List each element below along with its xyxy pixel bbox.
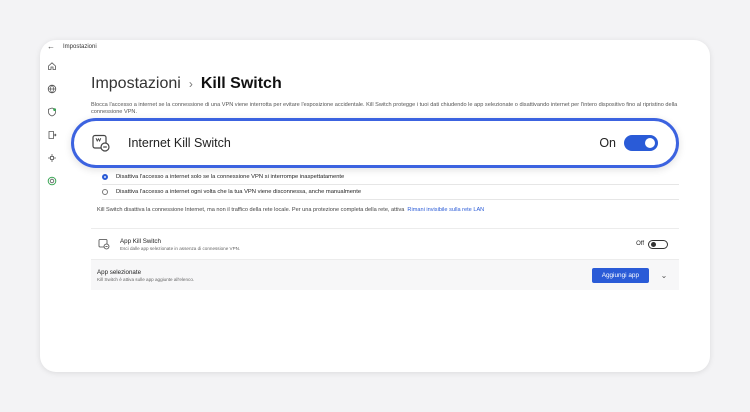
- sidebar-shield-icon[interactable]: [40, 104, 64, 120]
- option-label: Disattiva l'accesso a internet ogni volt…: [116, 189, 362, 195]
- lan-note: Kill Switch disattiva la connessione Int…: [91, 200, 679, 220]
- radio-unselected-icon[interactable]: [102, 189, 108, 195]
- selected-apps-row[interactable]: App selezionate Kill Switch è attiva sul…: [91, 259, 679, 290]
- option-label: Disattiva l'accesso a internet solo se l…: [116, 174, 345, 180]
- sidebar-split-tunnel-icon[interactable]: [40, 127, 64, 143]
- selected-apps-title: App selezionate: [97, 268, 142, 276]
- note-text: Kill Switch disattiva la connessione Int…: [97, 207, 405, 213]
- window-title: Impostazioni: [63, 44, 97, 50]
- sidebar-target-icon[interactable]: [40, 173, 64, 189]
- app-kill-switch-row: App Kill Switch Esci dalle app seleziona…: [91, 228, 679, 259]
- selected-apps-subtitle: Kill Switch è attiva sulle app aggiunte …: [97, 276, 195, 282]
- main-content: Impostazioni › Kill Switch Blocca l'acce…: [91, 74, 703, 116]
- page-description: Blocca l'accesso a internet se la connes…: [91, 102, 678, 116]
- back-arrow-icon[interactable]: ←: [47, 43, 55, 51]
- toggle-knob: [651, 241, 656, 247]
- kill-switch-label: Internet Kill Switch: [128, 136, 231, 150]
- kill-switch-state: On: [599, 136, 616, 150]
- sidebar: [40, 58, 64, 196]
- app-kill-switch-subtitle: Esci dalle app selezionate in assenza di…: [120, 245, 241, 251]
- kill-switch-settings-group: Disattiva l'accesso a internet solo se l…: [91, 170, 679, 355]
- sidebar-network-icon[interactable]: [40, 150, 64, 166]
- sidebar-home-icon[interactable]: [40, 58, 64, 74]
- sidebar-globe-icon[interactable]: [40, 81, 64, 97]
- breadcrumb-parent[interactable]: Impostazioni: [91, 75, 181, 93]
- option-any-disconnect[interactable]: Disattiva l'accesso a internet ogni volt…: [91, 185, 679, 199]
- app-kill-switch-toggle[interactable]: [648, 239, 668, 249]
- app-kill-switch-title: App Kill Switch: [120, 237, 161, 245]
- kill-switch-toggle[interactable]: [624, 135, 658, 151]
- option-unexpected-disconnect[interactable]: Disattiva l'accesso a internet solo se l…: [91, 170, 679, 184]
- radio-selected-icon[interactable]: [102, 174, 108, 180]
- app-kill-switch-icon: [97, 237, 111, 251]
- breadcrumb-separator: ›: [188, 77, 193, 91]
- add-app-button[interactable]: Aggiungi app: [591, 267, 649, 283]
- page-title: Kill Switch: [200, 75, 282, 92]
- kill-switch-icon: [89, 131, 113, 155]
- lan-invisibility-link[interactable]: Rimani invisibile sulla rete LAN: [407, 207, 484, 213]
- internet-kill-switch-card: Internet Kill Switch On: [71, 118, 679, 168]
- app-kill-switch-state: Off: [636, 241, 644, 247]
- title-bar: ← Impostazioni: [40, 40, 710, 54]
- toggle-knob: [645, 138, 655, 148]
- breadcrumb: Impostazioni › Kill Switch: [91, 74, 703, 94]
- chevron-down-icon[interactable]: ⌄: [657, 271, 671, 280]
